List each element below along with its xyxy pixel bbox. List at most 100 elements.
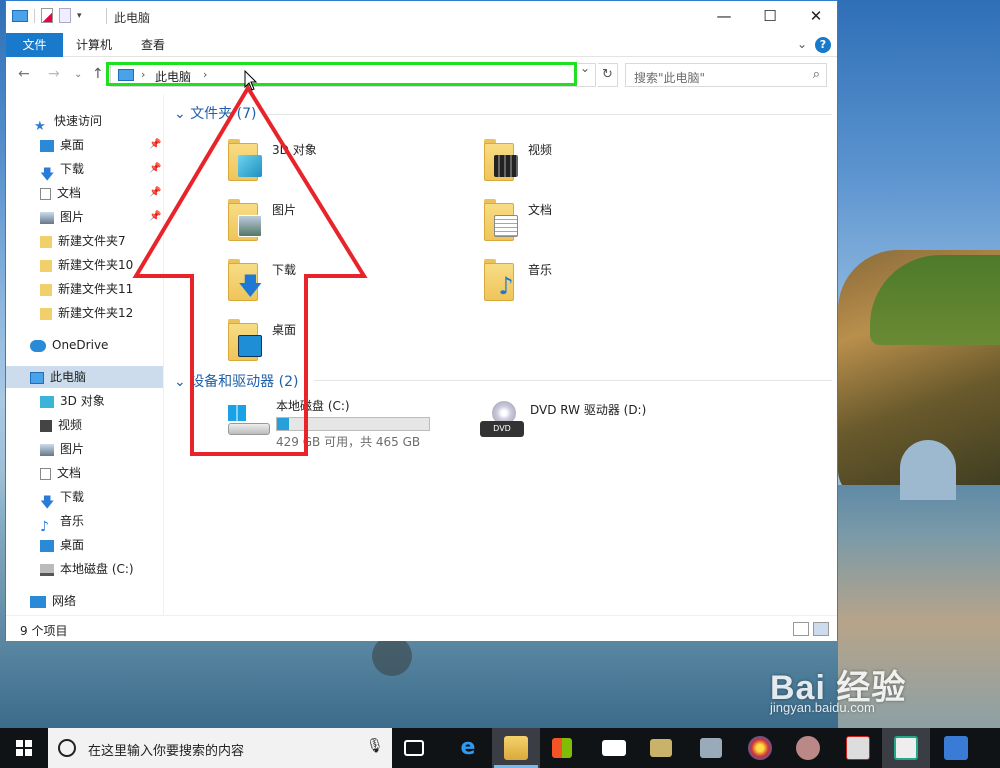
- close-button[interactable]: ✕: [793, 1, 839, 31]
- tab-file[interactable]: 文件: [6, 33, 63, 57]
- drive-d[interactable]: DVD DVD RW 驱动器 (D:): [478, 401, 738, 451]
- sidebar-item-pictures[interactable]: 图片: [40, 206, 84, 228]
- window-title: 此电脑: [114, 11, 151, 25]
- picture-icon: [40, 211, 54, 224]
- search-placeholder: 搜索"此电脑": [634, 71, 706, 85]
- app-icon-3[interactable]: [796, 736, 820, 760]
- item-count: 9 个项目: [20, 624, 68, 638]
- new-folder-icon[interactable]: [59, 8, 71, 23]
- arrow-shape: [132, 84, 368, 456]
- folder-icon: [40, 307, 52, 320]
- up-arrow-icon[interactable]: ↑: [92, 66, 104, 82]
- sidebar-item-desktop-pc[interactable]: 桌面: [40, 534, 84, 556]
- forward-arrow-icon[interactable]: →: [48, 66, 60, 82]
- folder-videos[interactable]: 视频: [482, 137, 722, 193]
- sidebar-item-3d-objects[interactable]: 3D 对象: [40, 390, 105, 412]
- app-icon-2[interactable]: [700, 738, 722, 758]
- cortana-icon: [58, 739, 76, 757]
- search-box[interactable]: 搜索"此电脑" ⌕: [625, 63, 827, 87]
- desktop-rock-arch: [900, 440, 956, 500]
- sidebar-item-local-disk[interactable]: 本地磁盘 (C:): [40, 558, 134, 580]
- app-icon-1[interactable]: [650, 739, 672, 757]
- help-icon[interactable]: ?: [815, 37, 831, 53]
- folder-label: 音乐: [528, 263, 553, 277]
- customize-toolbar-icon[interactable]: ▾: [77, 11, 82, 21]
- document-icon: [40, 467, 51, 480]
- taskbar-search[interactable]: 在这里输入你要搜索的内容 🎙: [48, 728, 392, 768]
- download-icon: 🡇: [40, 166, 55, 183]
- sidebar-item-network[interactable]: 网络: [30, 590, 76, 612]
- network-icon: [30, 595, 46, 608]
- drive-icon: [40, 563, 54, 576]
- desktop-person-silhouette: [372, 636, 412, 676]
- microphone-icon[interactable]: 🎙: [366, 738, 384, 754]
- minimize-button[interactable]: —: [701, 1, 747, 31]
- large-icons-view-icon[interactable]: [813, 622, 829, 636]
- maximize-button[interactable]: ☐: [747, 1, 793, 31]
- desktop-icon: [40, 539, 54, 552]
- baidu-watermark: Bai 经验 jingyan.baidu.com: [770, 660, 990, 720]
- task-view-icon[interactable]: [404, 740, 424, 756]
- computer-icon: [12, 9, 28, 22]
- annotation-arrow: [132, 84, 368, 456]
- computer-icon: [30, 371, 44, 384]
- mail-icon[interactable]: [602, 740, 626, 756]
- ribbon-tabs: 文件 计算机 查看 ⌄ ?: [6, 33, 837, 57]
- search-icon[interactable]: ⌕: [813, 67, 820, 82]
- tab-view[interactable]: 查看: [129, 33, 177, 57]
- folder-music[interactable]: ♪ 音乐: [482, 257, 722, 313]
- sidebar-item-pictures-pc[interactable]: 图片: [40, 438, 84, 460]
- folder-document-icon: [482, 197, 520, 241]
- recent-locations-icon[interactable]: ⌄: [74, 69, 82, 80]
- app-icon-4[interactable]: [846, 736, 870, 760]
- app-icon-5[interactable]: [894, 736, 918, 760]
- watermark-url: jingyan.baidu.com: [770, 700, 875, 715]
- taskbar-search-placeholder: 在这里输入你要搜索的内容: [88, 744, 245, 759]
- taskbar: 在这里输入你要搜索的内容 🎙 e: [0, 728, 1000, 768]
- address-dropdown-icon[interactable]: ⌄: [580, 61, 590, 75]
- folder-label: 文档: [528, 203, 553, 217]
- details-view-icon[interactable]: [793, 622, 809, 636]
- sidebar-item-onedrive[interactable]: OneDrive: [30, 334, 108, 356]
- quick-access-toolbar: ▾: [12, 8, 82, 23]
- sidebar-item-desktop[interactable]: 桌面: [40, 134, 84, 156]
- windows-logo-icon: [16, 740, 32, 756]
- app-icon-6[interactable]: [944, 736, 968, 760]
- paint-icon[interactable]: [748, 736, 772, 760]
- folder-documents[interactable]: 文档: [482, 197, 722, 253]
- store-icon[interactable]: [552, 738, 572, 758]
- picture-icon: [40, 443, 54, 456]
- sidebar-item-folder11[interactable]: 新建文件夹11: [40, 278, 133, 300]
- sidebar-item-downloads[interactable]: 🡇 下载: [40, 158, 84, 183]
- start-button[interactable]: [0, 728, 48, 768]
- sidebar-item-music[interactable]: ♪ 音乐: [40, 510, 84, 535]
- folder-icon: [40, 235, 52, 248]
- cube-icon: [40, 395, 54, 408]
- edge-icon[interactable]: e: [456, 736, 480, 760]
- cloud-icon: [30, 339, 46, 352]
- folder-label: 视频: [528, 143, 553, 157]
- sidebar-item-folder10[interactable]: 新建文件夹10: [40, 254, 133, 276]
- title-separator: [106, 8, 107, 24]
- sidebar-item-videos[interactable]: 视频: [40, 414, 82, 436]
- properties-icon[interactable]: [41, 8, 53, 23]
- sidebar-item-quick-access[interactable]: ★ 快速访问: [34, 110, 102, 134]
- chevron-down-icon[interactable]: ⌄: [797, 37, 807, 51]
- file-explorer-icon[interactable]: [504, 736, 528, 760]
- folder-icon: [40, 283, 52, 296]
- sidebar-item-folder12[interactable]: 新建文件夹12: [40, 302, 133, 324]
- tab-computer[interactable]: 计算机: [64, 33, 124, 57]
- music-note-icon: ♪: [40, 518, 49, 535]
- sidebar-item-documents[interactable]: 文档: [40, 182, 81, 204]
- sidebar-item-folder7[interactable]: 新建文件夹7: [40, 230, 126, 252]
- sidebar-item-downloads-pc[interactable]: 🡇 下载: [40, 486, 84, 511]
- sidebar-item-documents-pc[interactable]: 文档: [40, 462, 81, 484]
- refresh-icon[interactable]: ↻: [598, 63, 618, 87]
- status-bar: 9 个项目: [6, 615, 837, 641]
- document-icon: [40, 187, 51, 200]
- folder-video-icon: [482, 137, 520, 181]
- view-buttons: [793, 622, 829, 636]
- back-arrow-icon[interactable]: ←: [18, 66, 30, 82]
- drive-label: DVD RW 驱动器 (D:): [530, 403, 647, 417]
- mouse-cursor-icon: [244, 70, 258, 91]
